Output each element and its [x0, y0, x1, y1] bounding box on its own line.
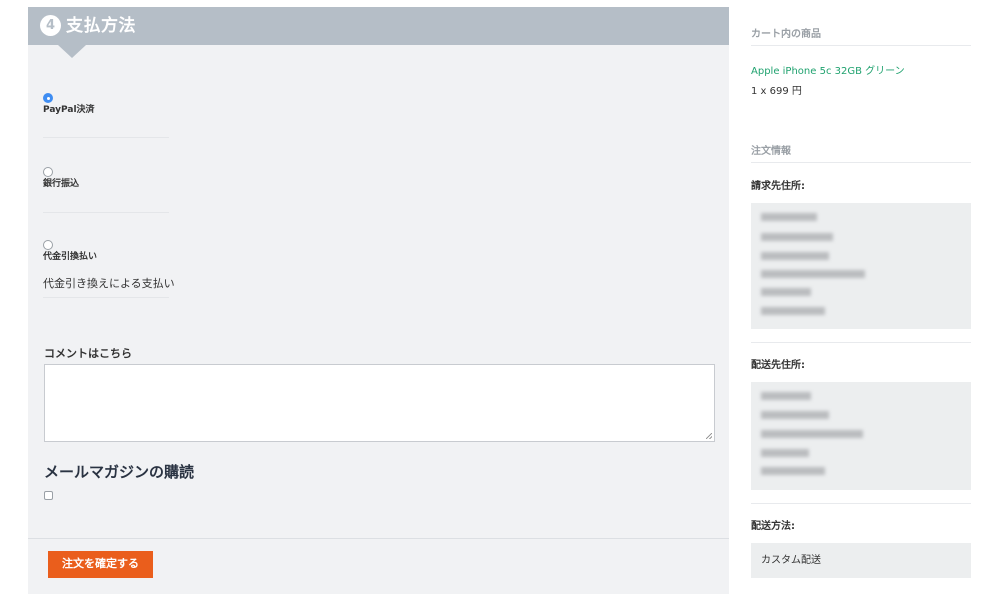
payment-method-header: 4 支払方法 — [28, 7, 729, 58]
order-info-heading: 注文情報 — [751, 146, 791, 157]
billing-address-label: 請求先住所: — [751, 181, 805, 192]
cart-heading-divider — [751, 45, 971, 46]
bank-transfer-radio[interactable] — [43, 167, 53, 177]
footer-divider — [28, 538, 729, 539]
option-divider — [43, 212, 169, 213]
payment-method-panel: 4 支払方法 PayPal決済 銀行振込 代金引換払い 代金引き換えによる支払い… — [28, 7, 729, 594]
newsletter-checkbox[interactable] — [44, 491, 53, 500]
delivery-method-value: カスタム配送 — [751, 543, 971, 578]
resize-handle-icon[interactable] — [706, 433, 712, 439]
shipping-address-label: 配送先住所: — [751, 360, 805, 371]
blurred-address-line — [761, 411, 829, 419]
blurred-address-line — [761, 288, 811, 296]
option-divider — [43, 297, 169, 298]
step-number-badge: 4 — [40, 15, 61, 36]
cash-on-delivery-radio[interactable] — [43, 240, 53, 250]
comment-label: コメントはこちら — [44, 347, 132, 360]
option-divider — [43, 137, 169, 138]
billing-address-box — [751, 203, 971, 329]
comment-textarea[interactable] — [44, 364, 715, 442]
cash-on-delivery-description: 代金引き換えによる支払い — [43, 277, 175, 290]
blurred-address-line — [761, 270, 865, 278]
blurred-address-line — [761, 430, 863, 438]
blurred-address-line — [761, 392, 811, 400]
paypal-radio[interactable] — [43, 93, 53, 103]
newsletter-title: メールマガジンの購読 — [44, 463, 195, 481]
address-divider — [751, 342, 971, 343]
blurred-address-line — [761, 252, 829, 260]
blurred-address-line — [761, 233, 833, 241]
blurred-address-line — [761, 449, 809, 457]
blurred-address-line — [761, 467, 825, 475]
cart-heading: カート内の商品 — [751, 29, 821, 40]
payment-method-title: 支払方法 — [66, 16, 136, 36]
confirm-order-button[interactable]: 注文を確定する — [48, 551, 153, 578]
product-quantity-price: 1 x 699 円 — [751, 86, 802, 97]
shipping-address-box — [751, 382, 971, 490]
product-name-link[interactable]: Apple iPhone 5c 32GB グリーン — [751, 62, 905, 77]
paypal-label[interactable]: PayPal決済 — [43, 105, 95, 116]
address-divider — [751, 503, 971, 504]
blurred-address-line — [761, 307, 825, 315]
blurred-address-line — [761, 213, 817, 221]
order-info-divider — [751, 162, 971, 163]
bank-transfer-label[interactable]: 銀行振込 — [43, 179, 79, 190]
cash-on-delivery-label[interactable]: 代金引換払い — [43, 252, 97, 263]
delivery-method-label: 配送方法: — [751, 521, 795, 532]
